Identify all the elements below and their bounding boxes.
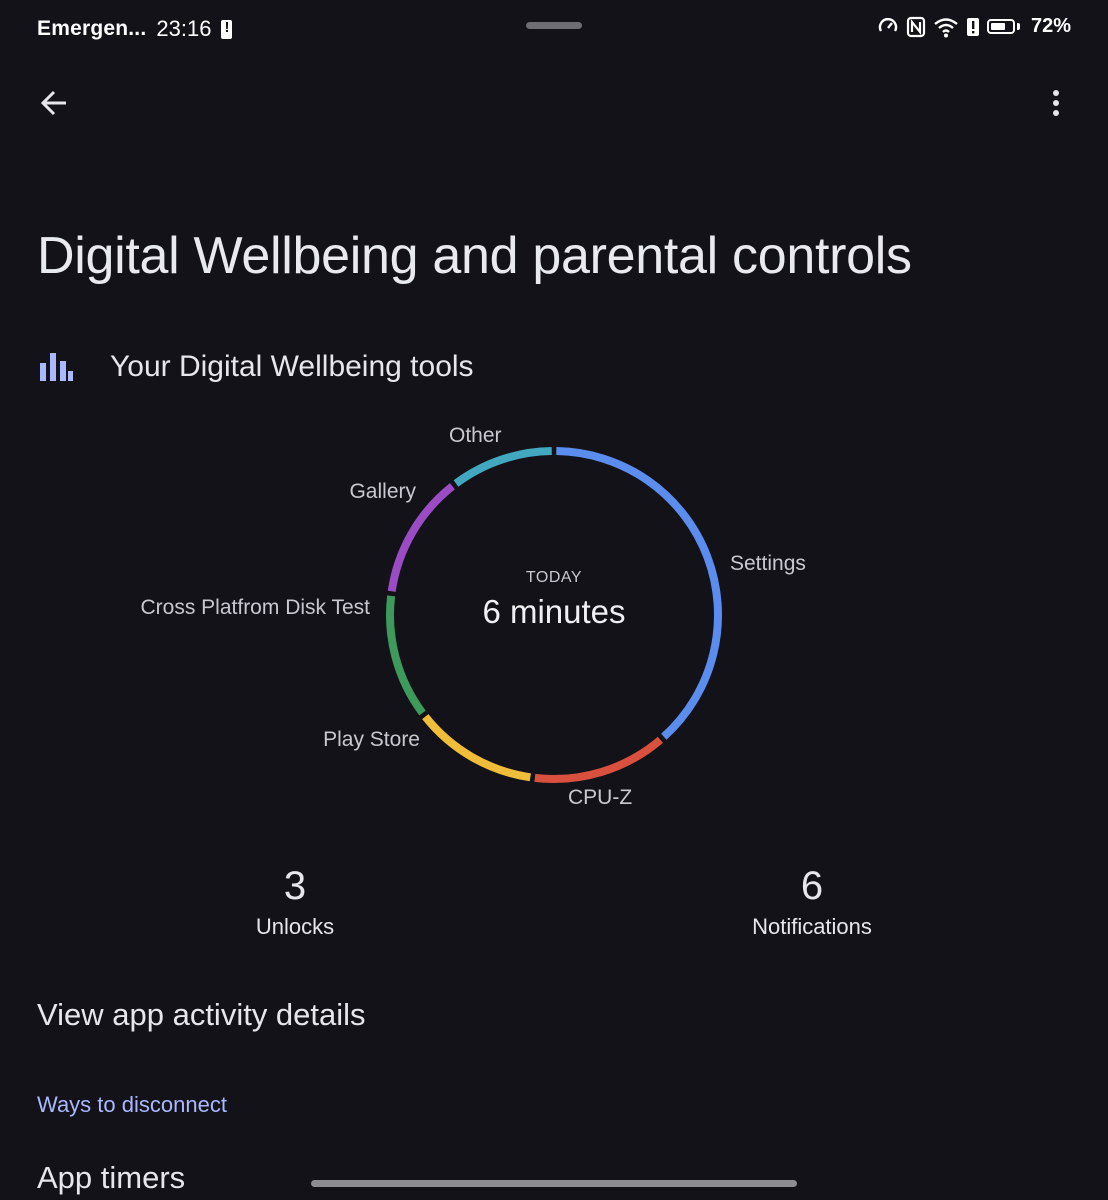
battery-level-fill — [990, 23, 1005, 30]
carrier-text: Emergen... — [37, 17, 147, 40]
donut-label-gallery: Gallery — [349, 480, 416, 503]
battery-icon — [986, 19, 1020, 34]
unlocks-stat[interactable]: 3 Unlocks — [165, 862, 425, 940]
donut-slice-cpu-z — [534, 736, 663, 783]
donut-label-settings: Settings — [730, 552, 806, 575]
wellbeing-tools-row[interactable]: Your Digital Wellbeing tools — [37, 340, 1071, 394]
notification-shade-handle[interactable] — [526, 22, 582, 29]
donut-label-cross-platfrom-disk-test: Cross Platfrom Disk Test — [140, 596, 371, 619]
status-right: 72% — [877, 15, 1071, 38]
wifi-icon — [934, 17, 958, 37]
notifications-label: Notifications — [752, 914, 872, 939]
back-button[interactable] — [30, 80, 78, 128]
notifications-count: 6 — [800, 864, 824, 908]
data-saver-icon — [878, 17, 898, 32]
battery-percent: 72% — [1030, 15, 1071, 37]
donut-label-other: Other — [449, 424, 502, 447]
donut-label-cpu-z: CPU-Z — [568, 786, 633, 809]
more-options-button[interactable] — [1030, 80, 1078, 128]
more-vert-icon — [1053, 90, 1059, 116]
clock: 23:16 — [156, 16, 212, 41]
usage-donut-chart[interactable]: Settings CPU-Z Play Store Cross Platfrom Di… — [0, 410, 1108, 840]
app-timers-link[interactable]: App timers — [37, 1160, 185, 1196]
page-title: Digital Wellbeing and parental controls — [37, 227, 912, 285]
alert-icon — [221, 19, 233, 39]
unlocks-label: Unlocks — [255, 914, 335, 939]
unlocks-count: 3 — [283, 864, 307, 908]
back-arrow-icon — [40, 90, 66, 116]
status-bar: Emergen... 23:16 ! 72% — [0, 0, 1108, 60]
screen: Emergen... 23:16 ! 72% Digital Wellbeing… — [0, 0, 1108, 1200]
view-app-activity-link[interactable]: View app activity details — [37, 997, 366, 1033]
chart-center-value: 6 minutes — [482, 593, 626, 630]
donut-slice-other — [453, 447, 552, 487]
donut-slice-play-store — [422, 714, 531, 782]
nfc-icon — [906, 16, 926, 37]
notifications-stat[interactable]: 6 Notifications — [682, 862, 942, 940]
donut-label-play-store: Play Store — [323, 728, 420, 751]
ways-to-disconnect-header: Ways to disconnect — [37, 1092, 227, 1117]
chart-center-caption: TODAY — [525, 569, 583, 586]
status-left: Emergen... 23:16 — [37, 16, 233, 42]
warning-icon — [966, 17, 979, 36]
section-title: Your Digital Wellbeing tools — [110, 350, 474, 383]
bar-chart-icon — [40, 353, 73, 381]
gesture-nav-handle[interactable] — [311, 1180, 797, 1187]
